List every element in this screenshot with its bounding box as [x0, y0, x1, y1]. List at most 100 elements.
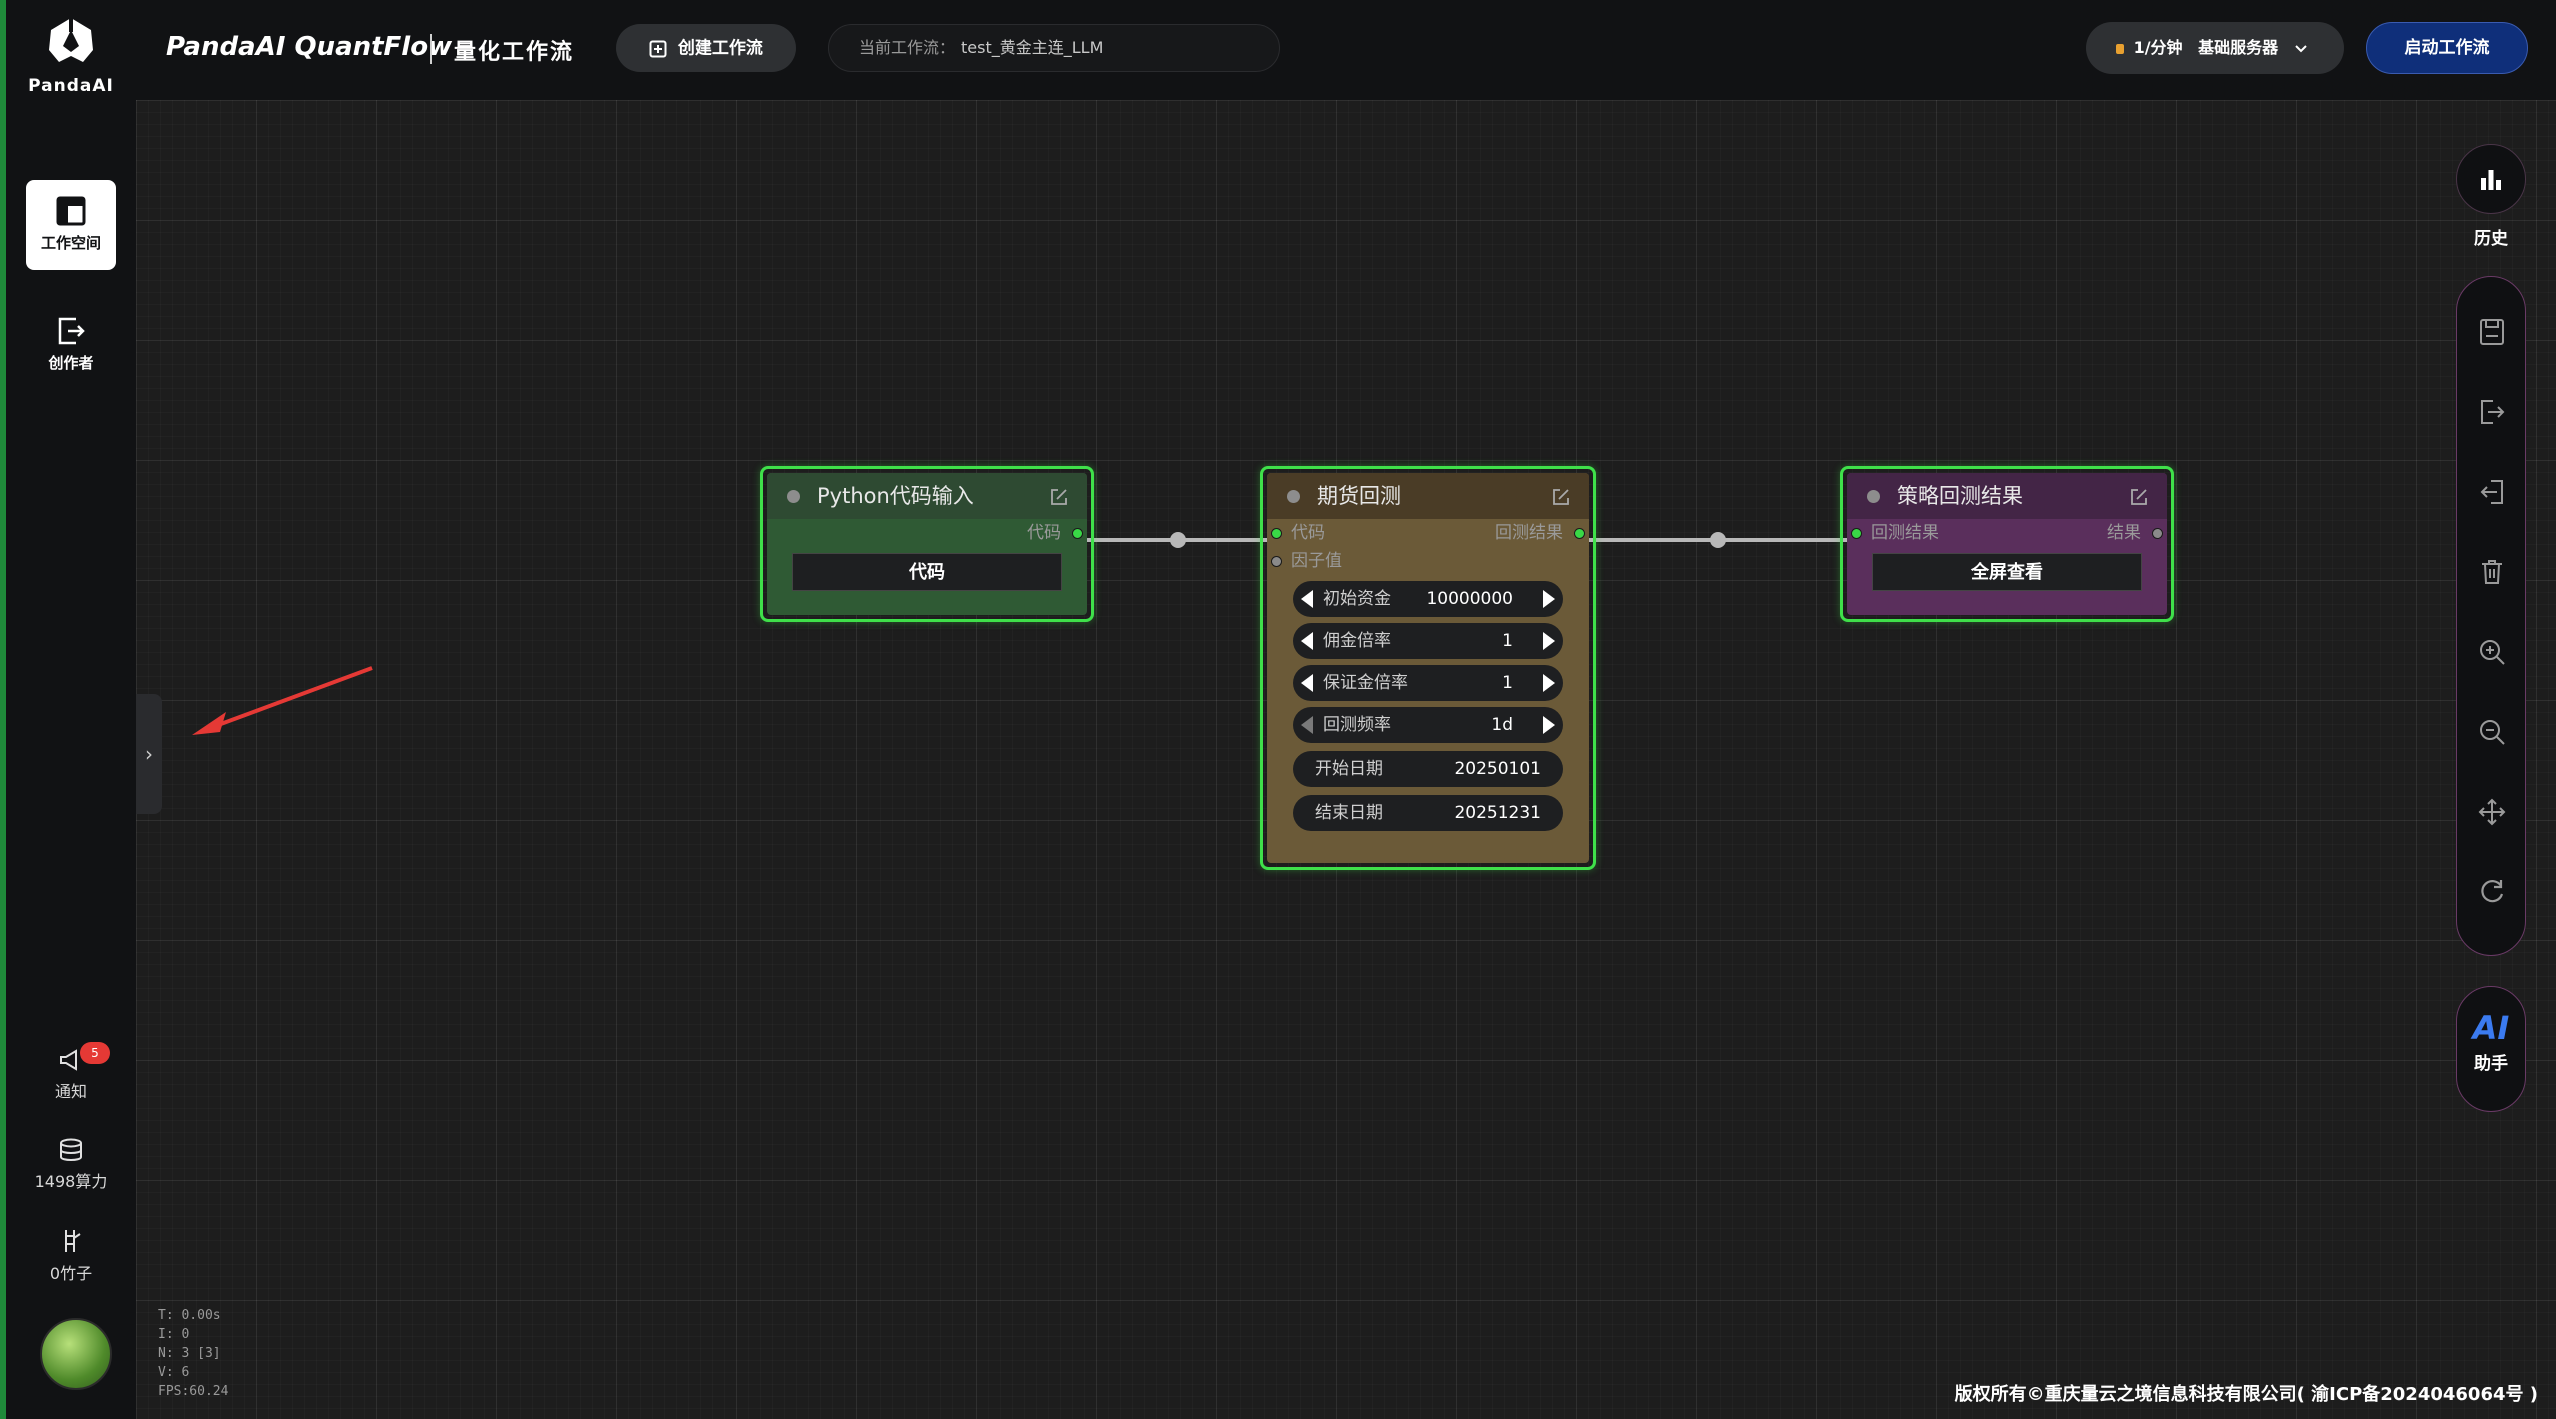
delete-icon[interactable] [2477, 557, 2507, 587]
export-icon[interactable] [2477, 397, 2507, 427]
decrement-arrow-icon[interactable] [1301, 716, 1313, 734]
brand-title: PandaAI QuantFlow [166, 32, 453, 62]
current-workflow-label: 当前工作流： [859, 38, 956, 57]
nav-creator[interactable]: 创作者 [26, 300, 116, 390]
widget-label: 保证金倍率 [1323, 673, 1408, 693]
header: PandaAI QuantFlow 量化工作流 创建工作流 当前工作流： test… [136, 0, 2556, 100]
canvas-stats: T: 0.00s I: 0 N: 3 [3] V: 6 FPS:60.24 [158, 1306, 228, 1401]
port-row: 代码 回测结果 [1267, 519, 1589, 547]
move-icon[interactable] [2477, 797, 2507, 827]
refresh-icon[interactable] [2477, 877, 2507, 907]
output-port[interactable] [2152, 528, 2163, 539]
widget-label: 回测频率 [1323, 715, 1391, 735]
brand-subtitle: 量化工作流 [454, 40, 575, 65]
database-icon [60, 1138, 82, 1161]
status-dot-icon [787, 490, 800, 503]
port-row: 代码 [767, 519, 1087, 547]
widget-label: 开始日期 [1315, 759, 1383, 779]
decrement-arrow-icon[interactable] [1301, 632, 1313, 650]
bamboo-label: 0竹子 [49, 1264, 93, 1283]
import-icon[interactable] [2477, 477, 2507, 507]
copyright-footer: 版权所有©重庆量云之境信息科技有限公司( 渝ICP备2024046064号 ) [1954, 1384, 2538, 1405]
input-port-label: 因子值 [1291, 551, 1342, 571]
input-port-factor[interactable] [1271, 556, 1282, 567]
widget-start-date[interactable]: 开始日期 20250101 [1293, 751, 1563, 787]
notifications[interactable]: 5 通知 [6, 1042, 136, 1102]
output-port[interactable] [1574, 528, 1585, 539]
nav-workspace[interactable]: 工作空间 [26, 180, 116, 270]
widget-margin-rate[interactable]: 保证金倍率 1 [1293, 665, 1563, 701]
fullscreen-view-button[interactable]: 全屏查看 [1872, 553, 2142, 591]
notification-badge: 5 [80, 1042, 110, 1064]
node-result-title: 策略回测结果 [1897, 484, 2023, 508]
expand-panel-tab[interactable]: › [136, 694, 162, 814]
increment-arrow-icon[interactable] [1543, 674, 1555, 692]
input-port-code[interactable] [1271, 528, 1282, 539]
server-status-icon [2116, 43, 2124, 54]
history-button[interactable] [2456, 144, 2526, 214]
widget-backtest-frequency[interactable]: 回测频率 1d [1293, 707, 1563, 743]
node-title[interactable]: Python代码输入 [767, 473, 1087, 519]
save-icon[interactable] [2477, 317, 2507, 347]
start-workflow-button[interactable]: 启动工作流 [2366, 22, 2528, 74]
node-backtest-result[interactable]: 策略回测结果 回测结果 结果 全屏查看 [1840, 466, 2174, 622]
create-workflow-button[interactable]: 创建工作流 [616, 24, 796, 72]
app: PandaAI 工作空间 创作者 5 通知 1498算力 0竹子 PandaAI… [0, 0, 2556, 1419]
node-futures-backtest[interactable]: 期货回测 代码 回测结果 因子值 初始资金 10000000 佣金倍率 1 保证… [1260, 466, 1596, 870]
output-port[interactable] [1072, 528, 1083, 539]
link-midpoint[interactable] [1170, 532, 1186, 548]
stat-v: V: 6 [158, 1365, 190, 1380]
widget-value: 20250101 [1454, 759, 1541, 779]
port-row: 因子值 [1267, 547, 1589, 575]
link-midpoint[interactable] [1710, 532, 1726, 548]
current-workflow-value: test_黄金主连_LLM [961, 38, 1104, 57]
widget-commission-rate[interactable]: 佣金倍率 1 [1293, 623, 1563, 659]
current-workflow-field[interactable]: 当前工作流： test_黄金主连_LLM [828, 24, 1280, 72]
notifications-label: 通知 [54, 1082, 87, 1101]
avatar[interactable] [40, 1318, 112, 1390]
server-select[interactable]: 1/分钟 基础服务器 [2086, 22, 2344, 74]
compute-balance[interactable]: 1498算力 [6, 1138, 136, 1192]
zoom-out-icon[interactable] [2477, 717, 2507, 747]
input-port-label: 回测结果 [1871, 523, 1939, 543]
edit-icon[interactable] [2129, 487, 2149, 507]
chevron-down-icon [2295, 44, 2307, 52]
output-port-label: 结果 [2107, 523, 2141, 543]
nav-creator-label: 创作者 [48, 354, 94, 372]
bamboo-balance[interactable]: 0竹子 [6, 1228, 136, 1284]
input-port[interactable] [1851, 528, 1862, 539]
node-title[interactable]: 策略回测结果 [1847, 473, 2167, 519]
stat-fps: FPS:60.24 [158, 1384, 229, 1399]
node-futures-title: 期货回测 [1317, 484, 1401, 508]
zoom-in-icon[interactable] [2477, 637, 2507, 667]
sidebar: PandaAI 工作空间 创作者 5 通知 1498算力 0竹子 [0, 0, 136, 1419]
widget-end-date[interactable]: 结束日期 20251231 [1293, 795, 1563, 831]
node-python-title: Python代码输入 [817, 484, 974, 508]
node-title[interactable]: 期货回测 [1267, 473, 1589, 519]
add-square-icon [649, 40, 667, 58]
canvas-toolbar [2456, 276, 2526, 956]
logo[interactable]: PandaAI [6, 16, 136, 96]
widget-value: 20251231 [1454, 803, 1541, 823]
logo-text: PandaAI [28, 76, 114, 96]
widget-initial-capital[interactable]: 初始资金 10000000 [1293, 581, 1563, 617]
ai-assistant-button[interactable]: AI 助手 [2456, 986, 2526, 1112]
increment-arrow-icon[interactable] [1543, 632, 1555, 650]
code-button[interactable]: 代码 [792, 553, 1062, 591]
increment-arrow-icon[interactable] [1543, 590, 1555, 608]
creator-icon [58, 317, 85, 345]
decrement-arrow-icon[interactable] [1301, 590, 1313, 608]
widget-label: 佣金倍率 [1323, 631, 1391, 651]
widget-label: 结束日期 [1315, 803, 1383, 823]
bamboo-icon [65, 1230, 81, 1252]
edit-icon[interactable] [1049, 487, 1069, 507]
status-dot-icon [1867, 490, 1880, 503]
status-dot-icon [1287, 490, 1300, 503]
increment-arrow-icon[interactable] [1543, 716, 1555, 734]
decrement-arrow-icon[interactable] [1301, 674, 1313, 692]
output-port-label: 回测结果 [1495, 523, 1563, 543]
stat-time: T: 0.00s [158, 1308, 221, 1323]
edit-icon[interactable] [1551, 487, 1571, 507]
node-python-input[interactable]: Python代码输入 代码 代码 [760, 466, 1094, 622]
workspace-icon [56, 196, 86, 226]
